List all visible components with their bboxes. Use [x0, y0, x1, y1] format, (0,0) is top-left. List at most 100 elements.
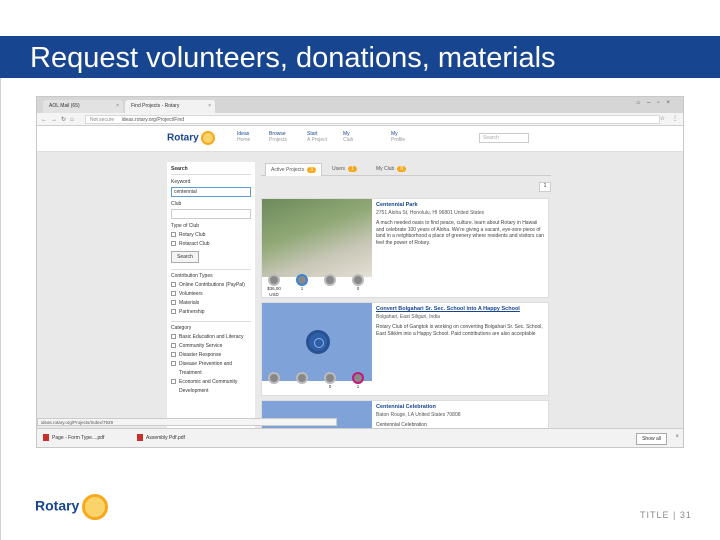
download-item[interactable]: Page - Form Type....pdf — [43, 434, 104, 441]
project-title[interactable]: Centennial Celebration — [376, 404, 546, 410]
tab-label: AOL Mail (65) — [49, 103, 80, 109]
project-image-placeholder[interactable] — [262, 303, 372, 381]
results-area: Active Projects 3 Users 1 My Club 0 1 Cente… — [261, 162, 551, 447]
volunteer-icon — [296, 274, 308, 286]
security-indicator: Not secure — [90, 117, 115, 123]
checkbox-category[interactable]: Disease Prevention and — [171, 361, 251, 367]
nav-start[interactable]: Start A Project — [307, 131, 327, 143]
rotary-wheel-icon — [306, 330, 330, 354]
window-controls[interactable]: ⌂–▫× — [636, 100, 677, 106]
close-icon[interactable]: × — [208, 103, 211, 109]
count-badge: 0 — [397, 166, 407, 172]
category-continuation: Treatment — [179, 370, 202, 376]
contribution-section: Contribution Types Online Contributions … — [171, 269, 251, 315]
count-badge: 3 — [307, 167, 316, 173]
search-button[interactable]: Search — [171, 251, 199, 263]
download-item[interactable]: Assembly Pdf.pdf — [137, 434, 185, 441]
stat-volunteers: 1 — [292, 274, 312, 292]
keyword-label: Keyword — [171, 179, 191, 185]
project-info: Centennial Park 2751 Aloha St, Honolulu,… — [376, 202, 546, 246]
partner-icon — [352, 372, 364, 384]
stat-donations — [264, 372, 284, 384]
url-text: ideas.rotary.org/Project/Find — [121, 117, 185, 123]
category-heading: Category — [171, 325, 192, 331]
checkbox-rotary-club[interactable]: Rotary Club — [171, 232, 251, 238]
rotary-wheel-icon — [200, 131, 215, 145]
nav-buttons[interactable]: ←→↻⌂ — [41, 116, 78, 123]
partner-icon — [352, 274, 364, 286]
footer-text: TITLE | 31 — [640, 510, 692, 520]
nav-my-club[interactable]: My Club — [343, 131, 353, 143]
donation-icon — [268, 274, 280, 286]
star-icon[interactable]: ☆ — [660, 115, 665, 122]
checkbox-rotaract-club[interactable]: Rotaract Club — [171, 241, 251, 247]
rotary-wheel-icon — [82, 494, 109, 520]
stat-materials — [320, 274, 340, 286]
checkbox-contribution[interactable]: Volunteers — [171, 291, 251, 297]
stat-materials: 0 — [320, 372, 340, 390]
tab-my-club[interactable]: My Club 0 — [371, 163, 411, 175]
checkbox-category[interactable]: Community Service — [171, 343, 251, 349]
project-location: 2751 Aloha St, Honolulu, HI 96801 United… — [376, 210, 485, 216]
project-description: Rotary Club of Gangtok is working on con… — [376, 324, 543, 337]
category-section: Category Basic Education and Literacy Co… — [171, 321, 251, 394]
nav-browse[interactable]: Browse Projects — [269, 131, 287, 143]
title-bar: Request volunteers, donations, materials — [0, 36, 720, 78]
project-title[interactable]: Convert Bolgahari Sr. Sec. School into A… — [376, 306, 546, 312]
close-icon[interactable]: × — [116, 103, 119, 109]
left-rule — [0, 78, 1, 540]
slide: Request volunteers, donations, materials… — [0, 0, 720, 540]
project-info: Convert Bolgahari Sr. Sec. School into A… — [376, 306, 546, 337]
pdf-file-icon — [43, 434, 49, 441]
show-all-button[interactable]: Show all — [636, 433, 667, 445]
volunteer-icon — [296, 372, 308, 384]
slide-title: Request volunteers, donations, materials — [30, 42, 556, 74]
browser-screenshot: AOL Mail (65) × Find Projects - Rotary ×… — [36, 96, 684, 448]
checkbox-contribution[interactable]: Materials — [171, 300, 251, 306]
stat-volunteers — [292, 372, 312, 384]
tab-active-projects[interactable]: Active Projects 3 — [265, 163, 322, 176]
project-location: Baton Rouge, LA United States 70808 — [376, 412, 461, 418]
club-input[interactable] — [171, 209, 251, 219]
project-location: Bolgahari, East Siliguri, India — [376, 314, 440, 320]
checkbox-category[interactable]: Disaster Response — [171, 352, 251, 358]
close-icon[interactable]: × — [675, 434, 679, 440]
project-stats: $36,00 USD 1 0 — [264, 274, 370, 297]
site-search-input[interactable]: Search — [479, 133, 529, 143]
checkbox-category[interactable]: Basic Education and Literacy — [171, 334, 251, 340]
project-card[interactable]: Centennial Park 2751 Aloha St, Honolulu,… — [261, 198, 549, 298]
stat-donations: $36,00 USD — [264, 274, 284, 298]
address-bar: ←→↻⌂ Not secure ideas.rotary.org/Project… — [37, 113, 683, 126]
browser-tab-aol[interactable]: AOL Mail (65) × — [43, 100, 123, 113]
keyword-input[interactable]: centennial — [171, 187, 251, 197]
search-sidebar: Search Keyword centennial Club Type of C… — [167, 162, 255, 428]
nav-my-profile[interactable]: My Profile — [391, 131, 405, 143]
checkbox-contribution[interactable]: Partnership — [171, 309, 251, 315]
tab-label: Find Projects - Rotary — [131, 103, 180, 109]
status-bar: ideas.rotary.org/Projects/Index/7929 — [37, 418, 337, 426]
menu-icon[interactable]: ⋮ — [672, 115, 678, 122]
stat-partners: 0 — [348, 274, 368, 292]
project-info: Centennial Celebration Baton Rouge, LA U… — [376, 404, 546, 429]
browser-tab-find-projects[interactable]: Find Projects - Rotary × — [125, 100, 215, 113]
checkbox-contribution[interactable]: Online Contributions (PayPal) — [171, 282, 251, 288]
pdf-file-icon — [137, 434, 143, 441]
url-field[interactable]: Not secure ideas.rotary.org/Project/Find — [85, 115, 660, 124]
materials-icon — [324, 274, 336, 286]
page-number[interactable]: 1 — [539, 182, 551, 192]
nav-ideas[interactable]: Ideas Home — [237, 131, 250, 143]
materials-icon — [324, 372, 336, 384]
sidebar-heading: Search — [171, 166, 251, 175]
donation-icon — [268, 372, 280, 384]
count-badge: 1 — [348, 166, 357, 172]
contribution-heading: Contribution Types — [171, 273, 213, 279]
web-page: Rotary Ideas Home Browse Projects Start A P… — [37, 126, 683, 447]
project-title[interactable]: Centennial Park — [376, 202, 546, 208]
tab-users[interactable]: Users 1 — [327, 163, 362, 175]
project-card[interactable]: Convert Bolgahari Sr. Sec. School into A… — [261, 302, 549, 396]
tab-strip: AOL Mail (65) × Find Projects - Rotary ×… — [37, 97, 683, 113]
checkbox-category[interactable]: Economic and Community — [171, 379, 251, 385]
project-stats: 0 1 — [264, 372, 370, 392]
project-image[interactable] — [262, 199, 372, 277]
site-logo[interactable]: Rotary — [167, 131, 215, 145]
